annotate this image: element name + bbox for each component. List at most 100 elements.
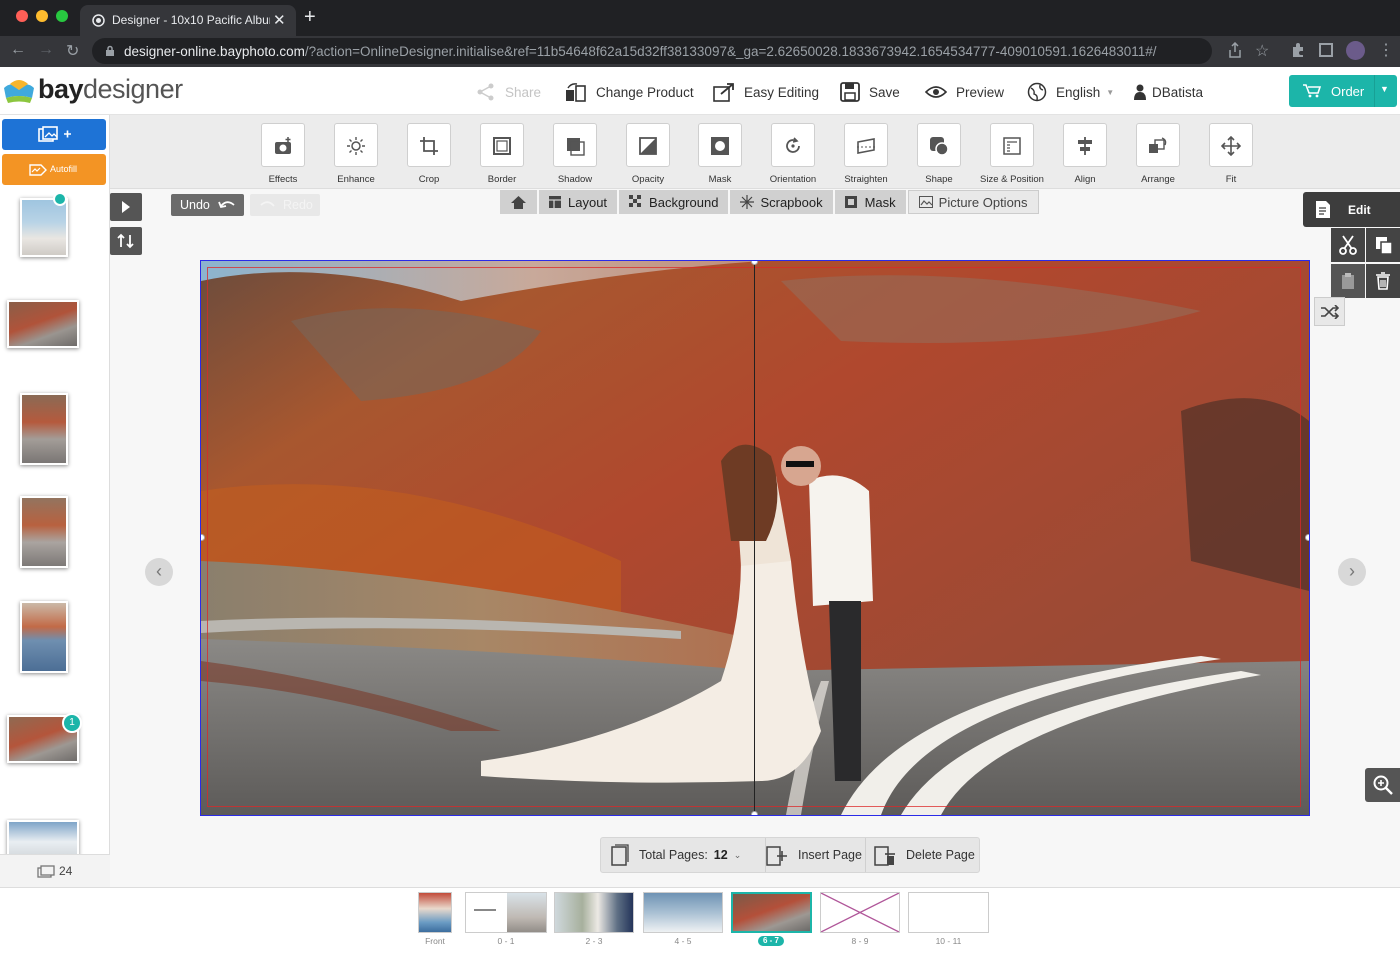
paste-button[interactable] bbox=[1331, 264, 1365, 298]
page-thumb-front[interactable] bbox=[418, 892, 452, 933]
enhance-tool-button[interactable] bbox=[334, 123, 378, 167]
album-spread[interactable] bbox=[200, 260, 1310, 816]
favicon-icon bbox=[92, 14, 105, 27]
straighten-icon bbox=[857, 138, 875, 154]
tab-picture-options[interactable]: Picture Options bbox=[907, 190, 1039, 214]
page-thumb-2-3[interactable] bbox=[554, 892, 634, 933]
sort-button[interactable] bbox=[110, 227, 142, 255]
share-button[interactable]: Share bbox=[476, 82, 541, 102]
logo-text-designer: designer bbox=[83, 74, 183, 104]
next-page-button[interactable]: › bbox=[1338, 558, 1366, 586]
handle-right[interactable] bbox=[1305, 534, 1309, 541]
shuffle-button[interactable] bbox=[1314, 297, 1345, 326]
align-tool-button[interactable] bbox=[1063, 123, 1107, 167]
tab-layout[interactable]: Layout bbox=[539, 190, 620, 214]
close-window-button[interactable] bbox=[16, 10, 28, 22]
extensions-icon[interactable] bbox=[1290, 42, 1306, 58]
delete-page-button[interactable]: Delete Page bbox=[874, 838, 979, 872]
page-thumb-0-1[interactable] bbox=[465, 892, 547, 933]
minimize-window-button[interactable] bbox=[36, 10, 48, 22]
add-photos-button[interactable] bbox=[2, 119, 106, 150]
shadow-tool-button[interactable] bbox=[553, 123, 597, 167]
close-tab-icon[interactable]: ✕ bbox=[273, 11, 286, 29]
language-selector[interactable]: English ▼ bbox=[1027, 82, 1114, 102]
opacity-tool-label: Opacity bbox=[631, 174, 665, 185]
easy-editing-button[interactable]: Easy Editing bbox=[713, 82, 819, 102]
mask-tool-button[interactable] bbox=[698, 123, 742, 167]
reload-icon[interactable]: ↻ bbox=[66, 41, 79, 61]
back-icon[interactable]: ← bbox=[10, 41, 26, 59]
border-tool-label: Border bbox=[487, 174, 517, 185]
shape-tool-button[interactable] bbox=[917, 123, 961, 167]
insert-page-button[interactable]: Insert Page bbox=[766, 838, 866, 872]
previous-page-button[interactable]: ‹ bbox=[145, 558, 173, 586]
copy-button[interactable] bbox=[1366, 228, 1400, 262]
total-pages-value[interactable]: 12 bbox=[714, 848, 728, 862]
border-tool-button[interactable] bbox=[480, 123, 524, 167]
bookmark-star-icon[interactable]: ☆ bbox=[1255, 41, 1269, 61]
opacity-tool-button[interactable] bbox=[626, 123, 670, 167]
tab-mask[interactable]: Mask bbox=[834, 190, 908, 214]
arrange-tool-button[interactable] bbox=[1136, 123, 1180, 167]
redo-button[interactable]: Redo bbox=[250, 194, 320, 216]
tray-photo-7[interactable] bbox=[0, 818, 108, 854]
change-product-button[interactable]: Change Product bbox=[565, 82, 694, 102]
zoom-button[interactable] bbox=[1365, 768, 1400, 802]
total-pages-control[interactable]: Total Pages: 12 ⌄ bbox=[601, 838, 766, 872]
preview-button[interactable]: Preview bbox=[925, 82, 1004, 102]
tray-photo-4[interactable] bbox=[0, 494, 108, 584]
page-thumb-6-7[interactable] bbox=[731, 892, 812, 933]
save-label: Save bbox=[869, 84, 900, 100]
tray-photo-2[interactable] bbox=[0, 298, 108, 388]
share-page-icon[interactable] bbox=[1228, 42, 1242, 58]
straighten-tool-button[interactable] bbox=[844, 123, 888, 167]
forward-icon[interactable]: → bbox=[38, 41, 54, 59]
undo-button[interactable]: Undo bbox=[171, 194, 244, 216]
tray-photo-5[interactable] bbox=[0, 599, 108, 689]
tab-mask-label: Mask bbox=[864, 194, 896, 210]
save-button[interactable]: Save bbox=[840, 82, 900, 102]
maximize-window-button[interactable] bbox=[56, 10, 68, 22]
page-thumb-4-5[interactable] bbox=[643, 892, 723, 933]
tab-home[interactable] bbox=[500, 190, 539, 214]
align-icon bbox=[1078, 137, 1092, 155]
new-tab-button[interactable]: + bbox=[304, 6, 316, 29]
tab-scrapbook[interactable]: Scrapbook bbox=[730, 190, 835, 214]
order-dropdown-icon[interactable]: ▼ bbox=[1380, 84, 1389, 94]
bay-designer-logo[interactable]: bay designer bbox=[2, 74, 183, 108]
tray-photo-1[interactable] bbox=[0, 192, 108, 286]
tab-background[interactable]: Background bbox=[619, 190, 731, 214]
clipboard-icon bbox=[1342, 273, 1354, 289]
profile-avatar[interactable] bbox=[1346, 41, 1365, 60]
user-icon bbox=[1134, 84, 1146, 100]
cart-icon bbox=[1303, 84, 1321, 98]
browser-tab[interactable]: Designer - 10x10 Pacific Album ✕ bbox=[80, 5, 296, 36]
page-controls: Total Pages: 12 ⌄ Insert Page Delete Pag… bbox=[600, 837, 980, 873]
spine-line bbox=[754, 261, 755, 815]
tray-photo-3[interactable] bbox=[0, 391, 108, 481]
page-thumb-8-9[interactable] bbox=[820, 892, 900, 933]
order-button[interactable]: Order ▼ bbox=[1289, 75, 1397, 107]
autofill-button[interactable]: Autofill bbox=[2, 154, 106, 185]
url-field[interactable]: designer-online.bayphoto.com/?action=Onl… bbox=[92, 38, 1212, 64]
size-position-tool-button[interactable] bbox=[990, 123, 1034, 167]
orientation-tool-button[interactable] bbox=[771, 123, 815, 167]
sidebar-toggle-icon[interactable] bbox=[1319, 43, 1333, 57]
edit-panel-header[interactable]: Edit bbox=[1303, 192, 1400, 227]
browser-menu-icon[interactable]: ⋮ bbox=[1378, 40, 1394, 60]
fit-tool-button[interactable] bbox=[1209, 123, 1253, 167]
crop-tool-button[interactable] bbox=[407, 123, 451, 167]
expand-panel-button[interactable] bbox=[110, 193, 142, 221]
effects-tool-button[interactable] bbox=[261, 123, 305, 167]
shadow-tool-label: Shadow bbox=[557, 174, 593, 185]
shape-icon bbox=[930, 137, 949, 156]
share-icon bbox=[477, 83, 494, 101]
tray-photo-6[interactable]: 1 bbox=[0, 713, 108, 803]
user-menu[interactable]: DBatista bbox=[1134, 82, 1203, 102]
cut-button[interactable] bbox=[1331, 228, 1365, 262]
handle-bottom[interactable] bbox=[751, 811, 758, 815]
change-product-label: Change Product bbox=[596, 84, 694, 100]
page-thumb-10-11[interactable] bbox=[908, 892, 989, 933]
delete-button[interactable] bbox=[1366, 264, 1400, 298]
language-label: English bbox=[1056, 84, 1101, 100]
